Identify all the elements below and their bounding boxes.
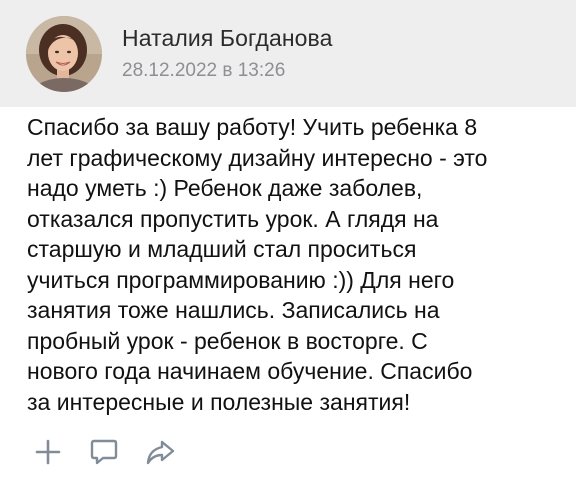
like-button[interactable] (30, 434, 66, 470)
post-timestamp[interactable]: 28.12.2022 в 13:26 (122, 60, 285, 82)
share-button[interactable] (142, 434, 178, 470)
avatar-image (26, 16, 102, 92)
plus-icon (35, 439, 61, 465)
post-actions (30, 432, 198, 472)
post-text: Спасибо за вашу работу! Учить ребенка 8 … (27, 114, 488, 415)
share-icon (146, 440, 175, 465)
post-card: Наталия Богданова 28.12.2022 в 13:26 Спа… (0, 0, 576, 482)
comment-button[interactable] (86, 434, 122, 470)
comment-icon (90, 439, 118, 465)
post-header: Наталия Богданова 28.12.2022 в 13:26 (0, 0, 576, 107)
avatar[interactable] (26, 16, 102, 92)
author-name[interactable]: Наталия Богданова (122, 25, 332, 52)
